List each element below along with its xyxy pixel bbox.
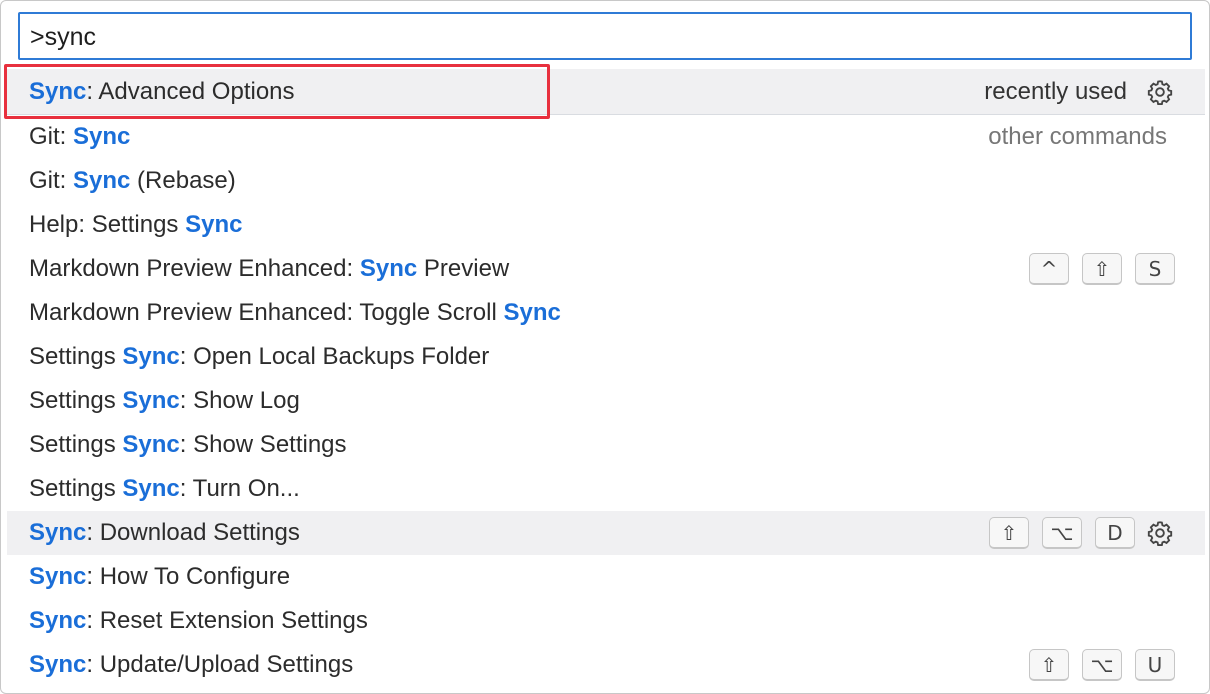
command-label: Settings Sync: Show Log bbox=[29, 387, 300, 414]
command-item-right: other commands bbox=[988, 115, 1175, 159]
command-item-right: ^ ⇧ S bbox=[1029, 247, 1175, 291]
label-text: : Reset Extension Settings bbox=[86, 607, 368, 634]
keycap: D bbox=[1095, 517, 1135, 549]
command-item[interactable]: Settings Sync: Turn On... bbox=[7, 467, 1205, 511]
command-item[interactable]: Help: Settings Sync bbox=[7, 203, 1205, 247]
command-item[interactable]: Markdown Preview Enhanced: Toggle Scroll… bbox=[7, 291, 1205, 335]
keycap: ⌥ bbox=[1082, 649, 1122, 681]
keycap: ⇧ bbox=[989, 517, 1029, 549]
command-list: Sync: Advanced Options recently used Git:… bbox=[7, 69, 1205, 687]
command-item[interactable]: Markdown Preview Enhanced: Sync Preview ^… bbox=[7, 247, 1205, 291]
gear-icon[interactable] bbox=[1145, 77, 1175, 107]
match-highlight: Sync bbox=[122, 343, 180, 370]
label-text: (Rebase) bbox=[130, 167, 236, 194]
command-item-right: ⇧ ⌥ D bbox=[989, 511, 1175, 555]
label-text: Settings bbox=[29, 387, 123, 414]
match-highlight: Sync bbox=[29, 78, 87, 105]
command-item[interactable]: Settings Sync: Show Settings bbox=[7, 423, 1205, 467]
keycap: ⇧ bbox=[1082, 253, 1122, 285]
match-highlight: Sync bbox=[29, 563, 87, 590]
match-highlight: Sync bbox=[185, 211, 243, 238]
gear-icon[interactable] bbox=[1145, 518, 1175, 548]
command-item[interactable]: Sync: Advanced Options recently used bbox=[7, 69, 1205, 115]
match-highlight: Sync bbox=[359, 255, 418, 282]
keycap: ⇧ bbox=[1029, 649, 1069, 681]
label-text: Settings bbox=[29, 475, 123, 502]
match-highlight: Sync bbox=[122, 387, 180, 414]
label-text: Git: bbox=[29, 167, 74, 194]
label-text: : Turn On... bbox=[179, 475, 300, 502]
label-text: Help: Settings bbox=[29, 211, 186, 238]
keybinding: ^ ⇧ S bbox=[1029, 253, 1175, 285]
label-text: : Show Settings bbox=[179, 431, 347, 458]
command-label: Sync: Update/Upload Settings bbox=[29, 651, 353, 678]
command-item[interactable]: Sync: Reset Extension Settings bbox=[7, 599, 1205, 643]
label-text: : Open Local Backups Folder bbox=[179, 343, 490, 370]
command-item[interactable]: Sync: Update/Upload Settings ⇧ ⌥ U bbox=[7, 643, 1205, 687]
label-text: : Download Settings bbox=[86, 519, 300, 546]
label-text: : Update/Upload Settings bbox=[86, 651, 354, 678]
label-text: Settings bbox=[29, 343, 123, 370]
match-highlight: Sync bbox=[29, 519, 87, 546]
label-text: Preview bbox=[417, 255, 510, 282]
command-item[interactable]: Git: Sync (Rebase) bbox=[7, 159, 1205, 203]
command-item[interactable]: Git: Sync other commands bbox=[7, 115, 1205, 159]
keycap: ^ bbox=[1029, 253, 1069, 285]
label-text: : Show Log bbox=[179, 387, 300, 414]
command-item[interactable]: Settings Sync: Open Local Backups Folder bbox=[7, 335, 1205, 379]
command-label: Git: Sync bbox=[29, 123, 130, 150]
keycap: U bbox=[1135, 649, 1175, 681]
label-text: Markdown Preview Enhanced: Toggle Scroll bbox=[29, 299, 504, 326]
match-highlight: Sync bbox=[122, 431, 180, 458]
command-group-label: recently used bbox=[984, 78, 1127, 105]
command-group-label: other commands bbox=[988, 123, 1167, 150]
command-label: Sync: Reset Extension Settings bbox=[29, 607, 368, 634]
label-text: : How To Configure bbox=[86, 563, 291, 590]
command-label: Settings Sync: Open Local Backups Folder bbox=[29, 343, 489, 370]
command-item[interactable]: Sync: Download Settings ⇧ ⌥ D bbox=[7, 511, 1205, 555]
keybinding: ⇧ ⌥ U bbox=[1029, 649, 1175, 681]
label-text: Markdown Preview Enhanced: bbox=[29, 255, 360, 282]
command-label: Settings Sync: Show Settings bbox=[29, 431, 347, 458]
keycap: ⌥ bbox=[1042, 517, 1082, 549]
command-item[interactable]: Sync: How To Configure bbox=[7, 555, 1205, 599]
command-search-input[interactable] bbox=[30, 22, 1170, 52]
label-text: : Advanced Options bbox=[86, 78, 295, 105]
match-highlight: Sync bbox=[73, 123, 131, 150]
command-item-right: ⇧ ⌥ U bbox=[1029, 643, 1175, 687]
command-label: Help: Settings Sync bbox=[29, 211, 242, 238]
command-item-right: recently used bbox=[984, 69, 1175, 114]
command-label: Markdown Preview Enhanced: Toggle Scroll… bbox=[29, 299, 561, 326]
command-label: Sync: How To Configure bbox=[29, 563, 290, 590]
match-highlight: Sync bbox=[503, 299, 561, 326]
match-highlight: Sync bbox=[29, 607, 87, 634]
match-highlight: Sync bbox=[122, 475, 180, 502]
label-text: Settings bbox=[29, 431, 123, 458]
command-label: Sync: Download Settings bbox=[29, 519, 300, 546]
label-text: Git: bbox=[29, 123, 74, 150]
keycap: S bbox=[1135, 253, 1175, 285]
command-palette: Sync: Advanced Optionsrecently used Git:… bbox=[0, 0, 1210, 694]
command-label: Git: Sync (Rebase) bbox=[29, 167, 236, 194]
keybinding: ⇧ ⌥ D bbox=[989, 517, 1135, 549]
command-search-box[interactable] bbox=[18, 12, 1192, 60]
command-label: Sync: Advanced Options bbox=[29, 78, 295, 105]
command-item[interactable]: Settings Sync: Show Log bbox=[7, 379, 1205, 423]
match-highlight: Sync bbox=[29, 651, 87, 678]
command-label: Markdown Preview Enhanced: Sync Preview bbox=[29, 255, 509, 282]
command-label: Settings Sync: Turn On... bbox=[29, 475, 300, 502]
match-highlight: Sync bbox=[73, 167, 131, 194]
